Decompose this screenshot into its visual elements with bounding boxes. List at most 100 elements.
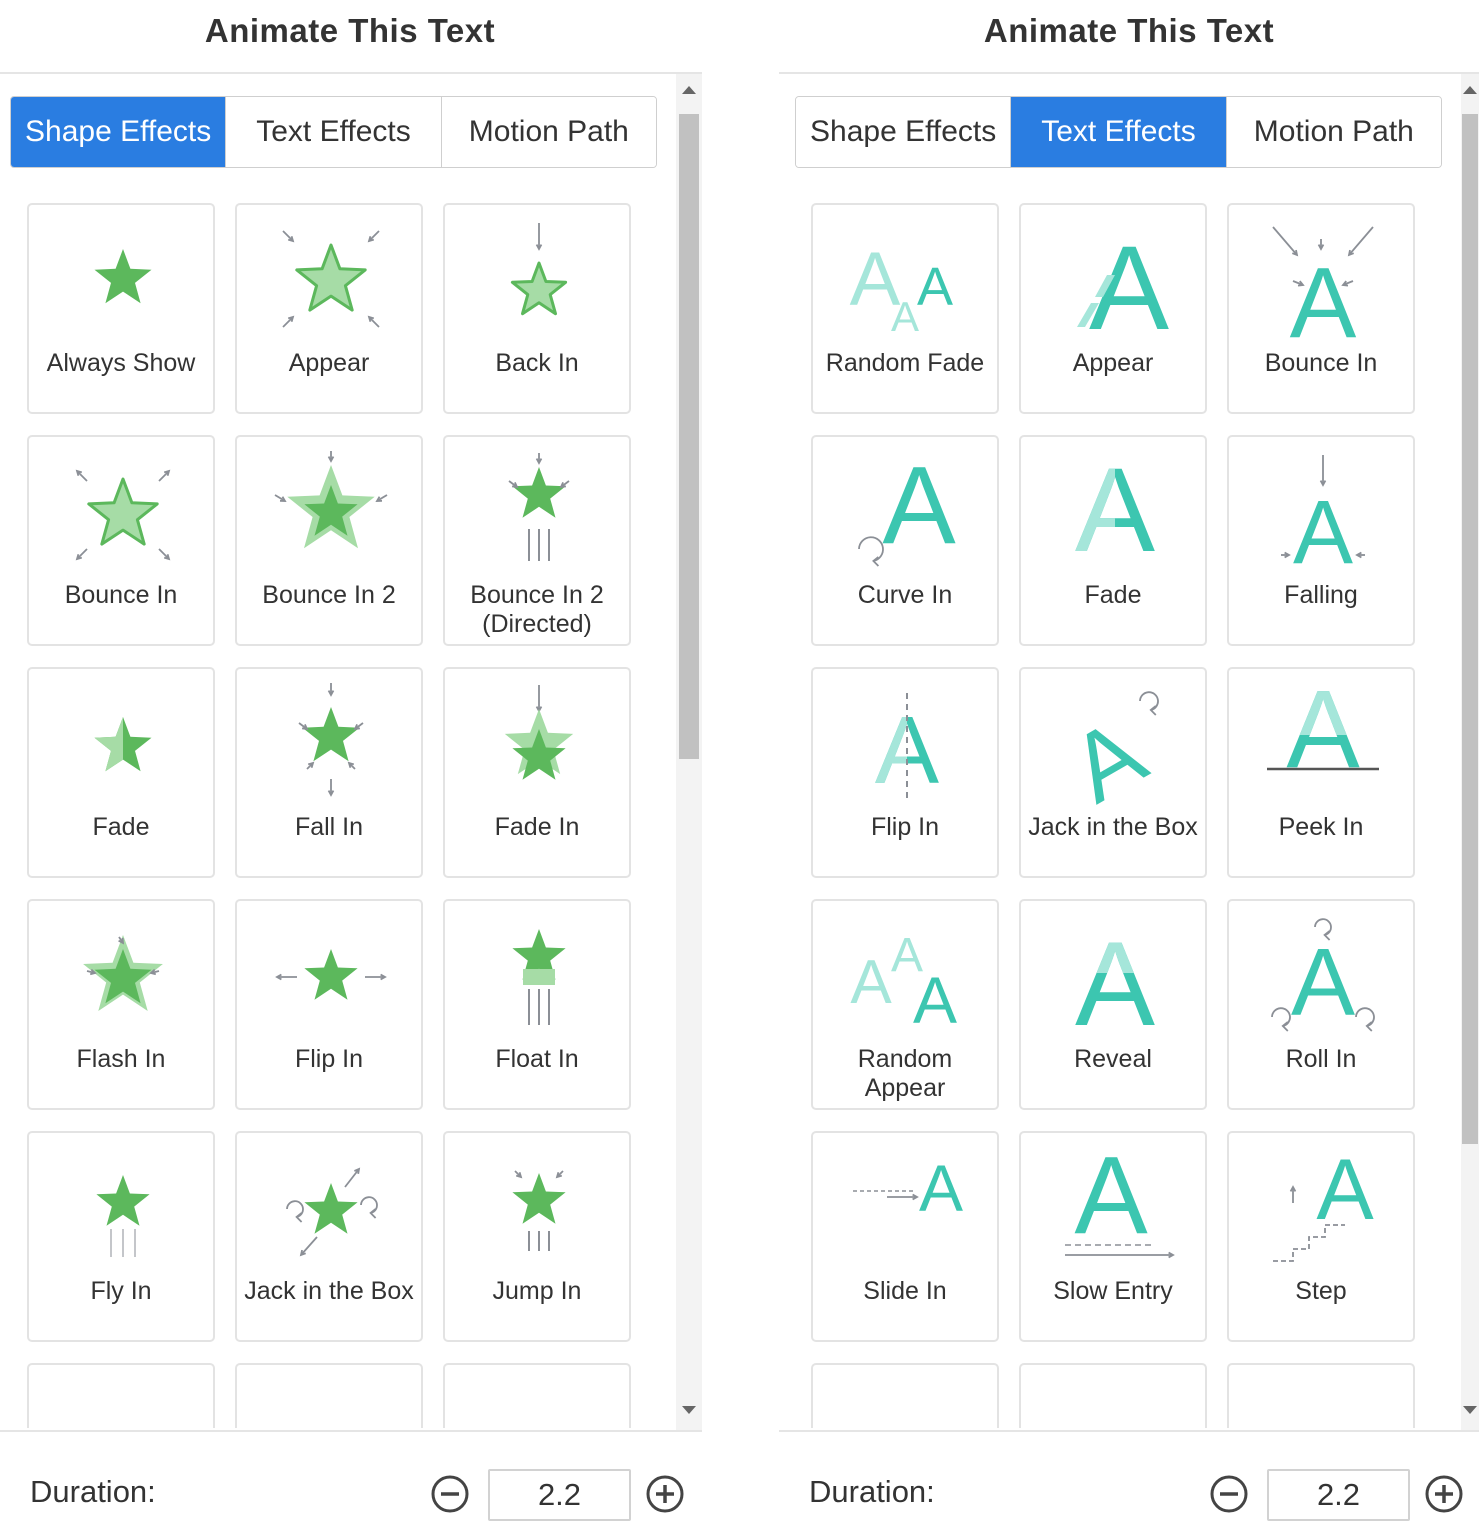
effect-label: Fade [92,813,150,841]
svg-text:A: A [1293,483,1353,583]
effect-label: Slow Entry [1053,1277,1173,1305]
effect-tile[interactable]: A A Fade [1019,435,1207,646]
effect-tile[interactable] [443,1363,631,1428]
effect-tile[interactable] [235,1363,423,1428]
effect-tile[interactable]: A [1019,1363,1207,1428]
effect-tile[interactable]: Jack in the Box [235,1131,423,1342]
effect-tile[interactable]: A Step [1227,1131,1415,1342]
effect-label: Slide In [863,1277,947,1305]
svg-text:A: A [891,293,919,340]
effect-tabs: Shape Effects Text Effects Motion Path [10,96,657,168]
effect-tile[interactable]: A Jack in the Box [1019,667,1207,878]
effect-tile[interactable]: A [811,1363,999,1428]
effect-label: Random Fade [825,349,985,377]
effect-tile[interactable]: A Slide In [811,1131,999,1342]
duration-label: Duration: [30,1474,156,1509]
effect-tile[interactable]: A A A Random Appear [811,899,999,1110]
decrease-duration-button[interactable] [430,1474,470,1514]
effect-tile[interactable]: Always Show [27,203,215,414]
star-bounce-in-icon [63,451,183,571]
duration-input[interactable] [1267,1469,1410,1521]
star-fly-in-icon [63,1147,183,1267]
tab-shape-effects[interactable]: Shape Effects [11,97,227,167]
effect-tile[interactable]: Bounce In 2 (Directed) [443,435,631,646]
tab-motion-path[interactable]: Motion Path [1226,97,1441,167]
star-appear-icon [271,219,391,339]
effect-tile[interactable]: Fly In [27,1131,215,1342]
effect-tile[interactable]: Appear [235,203,423,414]
star-fade-icon [63,683,183,803]
svg-text:A: A [1290,247,1357,359]
effect-tile[interactable]: A A Peek In [1227,667,1415,878]
scroll-up-icon[interactable] [1463,86,1477,94]
duration-input[interactable] [488,1469,631,1521]
effect-tile[interactable]: A [1227,1363,1415,1428]
increase-duration-button[interactable] [645,1474,685,1514]
effect-label: Curve In [857,581,953,609]
svg-text:A: A [913,963,957,1037]
scroll-thumb[interactable] [679,114,699,759]
effect-tile[interactable]: A Appear [1019,203,1207,414]
scroll-up-icon[interactable] [682,86,696,94]
letter-roll-in-icon: A [1263,915,1383,1036]
effect-tile[interactable]: A A Flip In [811,667,999,878]
scroll-down-icon[interactable] [1463,1406,1477,1414]
effect-tile[interactable]: Flash In [27,899,215,1110]
effect-label: Bounce In 2 (Directed) [470,581,604,638]
effect-tile[interactable]: Fall In [235,667,423,878]
star-bounce-directed-icon [479,451,599,571]
effects-grid: A A A Random Fade A Appear A Bounce In A Curve In… [811,203,1415,1428]
effect-tile[interactable]: Back In [443,203,631,414]
effect-tile[interactable]: Jump In [443,1131,631,1342]
effect-label: Jack in the Box [244,1277,414,1305]
effect-tile[interactable]: A Slow Entry [1019,1131,1207,1342]
scrollbar[interactable] [676,74,702,1430]
divider [0,72,702,74]
letter-falling-icon: A [1263,451,1383,583]
tab-text-effects[interactable]: Text Effects [226,97,442,167]
letter-reveal-icon: AA [1055,915,1175,1051]
effect-label: Peek In [1278,813,1364,841]
svg-text:A: A [1316,1142,1374,1238]
increase-duration-button[interactable] [1424,1474,1464,1514]
tab-shape-effects[interactable]: Shape Effects [796,97,1012,167]
effect-label: Random Appear [857,1045,953,1102]
letter-step-icon: A [1263,1142,1383,1267]
panel-title: Animate This Text [983,12,1275,49]
effect-tile[interactable]: Bounce In [27,435,215,646]
scroll-down-icon[interactable] [682,1406,696,1414]
tab-motion-path[interactable]: Motion Path [441,97,656,167]
scrollbar[interactable] [1461,74,1479,1430]
star-partial-icon [63,1379,183,1428]
effect-tile[interactable]: A Roll In [1227,899,1415,1110]
effect-tile[interactable]: Fade In [443,667,631,878]
effect-tile[interactable]: Fade [27,667,215,878]
effect-tile[interactable]: A Bounce In [1227,203,1415,414]
svg-text:A: A [850,948,892,1017]
effect-tile[interactable]: A A Reveal [1019,899,1207,1110]
effect-tile[interactable]: Bounce In 2 [235,435,423,646]
effect-tile[interactable]: Flip In [235,899,423,1110]
effect-label: Bounce In 2 [262,581,396,609]
effect-label: Appear [288,349,370,377]
effect-tile[interactable]: A A A Random Fade [811,203,999,414]
svg-text:A: A [917,257,953,317]
effect-label: Bounce In [1264,349,1378,377]
effect-label: Flip In [294,1045,364,1073]
effect-tile[interactable]: A Falling [1227,435,1415,646]
effect-label: Fly In [90,1277,152,1305]
effect-tile[interactable]: A Curve In [811,435,999,646]
duration-label: Duration: [809,1474,935,1509]
effect-label: Always Show [46,349,196,377]
star-float-in-icon [479,915,599,1035]
effect-label: Step [1295,1277,1347,1305]
effect-tile[interactable] [27,1363,215,1428]
effect-label: Roll In [1285,1045,1357,1073]
decrease-duration-button[interactable] [1209,1474,1249,1514]
effect-label: Back In [495,349,579,377]
star-flash-in-icon [63,915,183,1035]
tab-text-effects[interactable]: Text Effects [1011,97,1227,167]
scroll-thumb[interactable] [1462,114,1478,1144]
effect-tile[interactable]: Float In [443,899,631,1110]
letter-curve-in-icon: A [847,444,967,571]
